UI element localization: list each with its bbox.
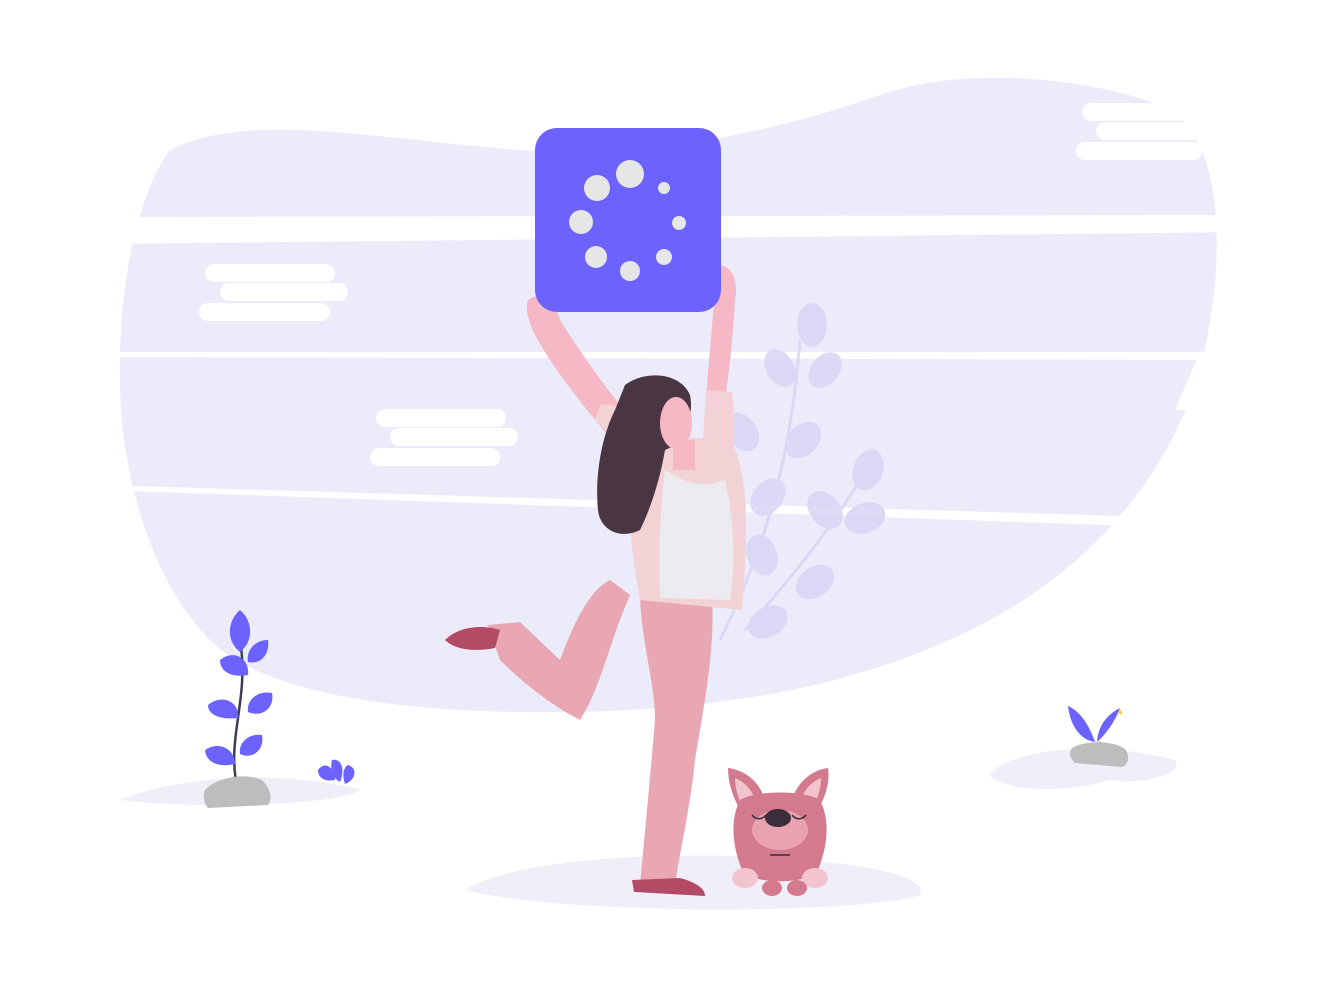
cloud-icon	[199, 264, 348, 321]
dog-figure	[728, 768, 829, 896]
sprout-icon: ✦	[1068, 706, 1124, 748]
cloud-icon	[370, 409, 518, 466]
small-flower-icon	[318, 759, 355, 784]
svg-text:✦: ✦	[1116, 708, 1124, 719]
illustration: ✦	[0, 0, 1337, 1005]
rock-icon	[1070, 742, 1129, 767]
loading-card	[535, 128, 721, 312]
